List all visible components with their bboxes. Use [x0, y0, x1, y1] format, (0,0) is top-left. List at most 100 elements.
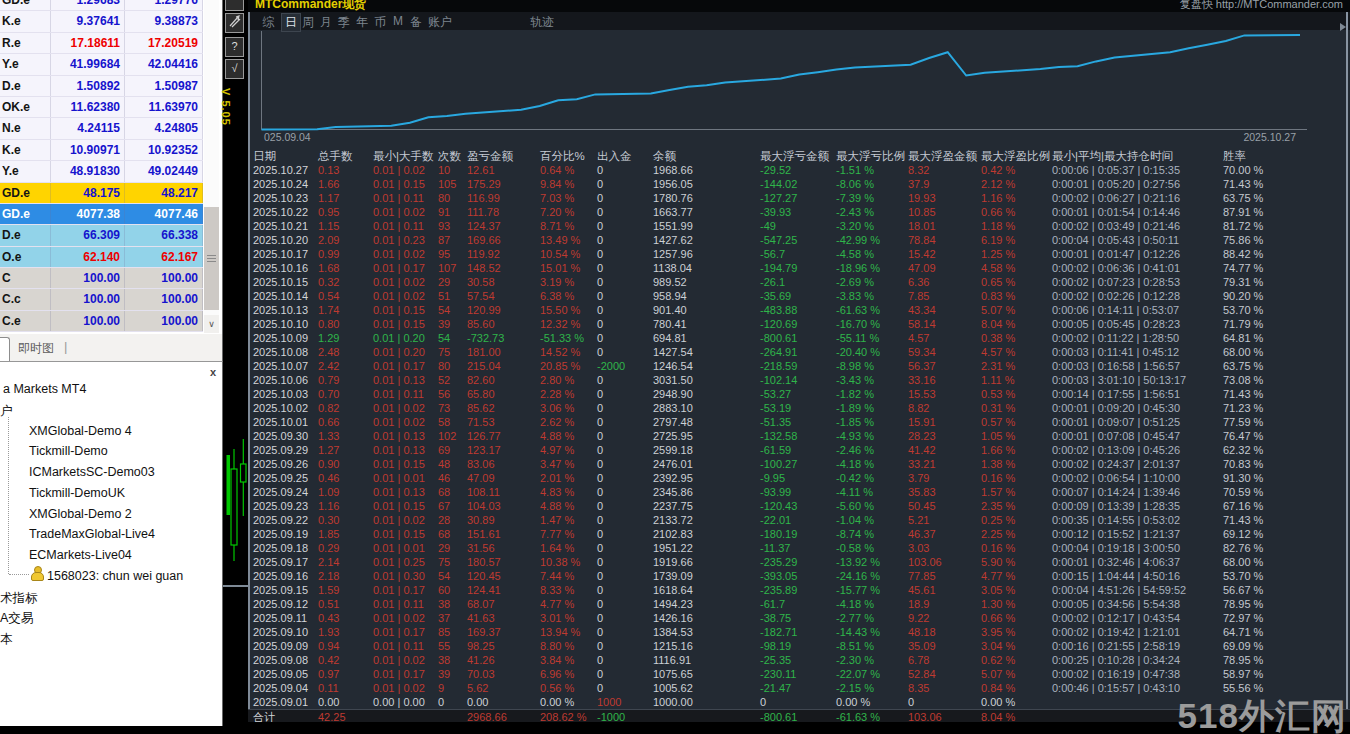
menu-item-账户[interactable]: 账户 — [428, 14, 452, 31]
menu-item-轨迹[interactable]: 轨迹 — [530, 14, 554, 31]
table-row: 2025.10.270.130.01 | 0.021012.610.64 %01… — [248, 163, 1350, 177]
navigator-item[interactable]: XMGlobal-Demo 4 — [29, 424, 132, 438]
cell: 37.9 — [908, 177, 981, 191]
market-watch-row[interactable]: D.e66.30966.338 — [0, 225, 203, 246]
market-watch-row[interactable]: D.e1.508921.50987 — [0, 76, 203, 97]
cell: 0 — [597, 401, 653, 415]
menu-item-备[interactable]: 备 — [410, 14, 422, 31]
cell: 0 — [597, 219, 653, 233]
cell: 2345.86 — [653, 485, 760, 499]
cell: -230.11 — [760, 667, 836, 681]
check-button[interactable]: √ — [225, 59, 244, 79]
market-watch-row[interactable]: Y.e48.9183049.02449 — [0, 161, 203, 182]
menu-item-月[interactable]: 月 — [320, 14, 332, 31]
market-watch-row[interactable]: GD.e1.296831.29776 — [0, 0, 203, 11]
cell: 0 — [597, 177, 653, 191]
navigator-item[interactable]: ECMarkets-Live04 — [29, 548, 132, 562]
cell: -144.02 — [760, 177, 836, 191]
help-button[interactable]: ? — [225, 37, 244, 57]
cell: 53.70 % — [1223, 569, 1350, 583]
market-watch-row[interactable]: Y.e41.9968442.04416 — [0, 54, 203, 75]
tab-active-edge[interactable] — [0, 337, 10, 363]
navigator-item[interactable]: 1568023: chun wei guan — [47, 569, 183, 583]
tab-tick-chart[interactable]: 即时图 — [18, 340, 54, 357]
cell: 82.60 — [467, 373, 540, 387]
cell: 0 — [597, 513, 653, 527]
menu-item-季[interactable]: 季 — [338, 14, 350, 31]
market-watch-row[interactable]: N.e4.241154.24805 — [0, 118, 203, 139]
menu-item-综[interactable]: 综 — [262, 14, 274, 31]
cell: 0 — [597, 345, 653, 359]
cell: 48 — [438, 457, 467, 471]
navigator-item[interactable]: 本 — [0, 631, 13, 648]
cell: -120.43 — [760, 499, 836, 513]
table-row: 2025.09.090.940.01 | 0.115598.258.80 %01… — [248, 639, 1350, 653]
cell: 1618.64 — [653, 583, 760, 597]
cell: 78.84 — [908, 233, 981, 247]
move-tool-button[interactable] — [225, 13, 244, 33]
cell: 0:00:02 | 0:19:42 | 1:21:01 — [1052, 625, 1223, 639]
navigator-item[interactable]: Tickmill-DemoUK — [29, 486, 125, 500]
cell: 120.45 — [467, 569, 540, 583]
cell: -25.35 — [760, 653, 836, 667]
cell: 47.09 — [467, 471, 540, 485]
navigator-item[interactable]: 户 — [0, 403, 13, 420]
cell: 0.46 — [318, 471, 373, 485]
cell: -8.98 % — [836, 359, 908, 373]
cell: 63.75 % — [1223, 191, 1350, 205]
cell: 73.08 % — [1223, 373, 1350, 387]
cell: 2025.09.12 — [253, 597, 318, 611]
cell: 0:00:02 | 0:06:27 | 0:21:16 — [1052, 191, 1223, 205]
cell: 1005.62 — [653, 681, 760, 695]
market-watch-row[interactable]: C.e100.00100.00 — [0, 311, 203, 332]
menu-item-M[interactable]: M — [393, 14, 403, 28]
scrollbar-thumb[interactable] — [204, 207, 219, 310]
market-watch-row[interactable]: C100.00100.00 — [0, 268, 203, 289]
cell: 0.01 | 0.15 — [373, 527, 438, 541]
market-watch-row[interactable]: C.c100.00100.00 — [0, 289, 203, 310]
market-watch-row[interactable]: O.e62.14062.167 — [0, 247, 203, 268]
cell: 151.61 — [467, 527, 540, 541]
market-watch-scrollbar[interactable]: ∨ — [204, 0, 219, 333]
market-watch-row[interactable]: K.e10.9097110.92352 — [0, 140, 203, 161]
cell: 2025.10.02 — [253, 401, 318, 415]
cell: -180.19 — [760, 527, 836, 541]
cell: 0.56 % — [540, 681, 597, 695]
cell: 116.99 — [467, 191, 540, 205]
scrollbar-down-arrow-icon[interactable]: ∨ — [204, 315, 219, 333]
cell: 0:00:05 | 0:05:45 | 0:28:23 — [1052, 317, 1223, 331]
market-watch-row[interactable]: OK.e11.6238011.63970 — [0, 97, 203, 118]
navigator-item[interactable]: A交易 — [0, 610, 33, 627]
cell: 0.01 | 0.30 — [373, 569, 438, 583]
cell: 91.30 % — [1223, 471, 1350, 485]
menu-item-周[interactable]: 周 — [302, 14, 314, 31]
market-watch-row[interactable]: K.e9.376419.38873 — [0, 11, 203, 32]
ask-cell: 1.50987 — [125, 76, 203, 96]
navigator-item[interactable]: TradeMaxGlobal-Live4 — [29, 527, 155, 541]
navigator-item[interactable]: ICMarketsSC-Demo03 — [29, 465, 155, 479]
cell: 0 — [597, 429, 653, 443]
navigator-item[interactable]: Tickmill-Demo — [29, 444, 108, 458]
cell: -61.59 — [760, 443, 836, 457]
cell: 0.00 % — [981, 695, 1052, 709]
menu-item-年[interactable]: 年 — [356, 14, 368, 31]
cell: -13.92 % — [836, 555, 908, 569]
table-row: 2025.10.140.540.01 | 0.025157.546.38 %09… — [248, 289, 1350, 303]
toolbar-button-partial[interactable] — [225, 0, 244, 11]
menu-item-币[interactable]: 币 — [374, 14, 386, 31]
cell: 2025.10.22 — [253, 205, 318, 219]
cell: 0 — [760, 695, 836, 709]
navigator-item[interactable]: XMGlobal-Demo 2 — [29, 507, 132, 521]
market-watch-row[interactable]: GD.e48.17548.217 — [0, 183, 203, 204]
cell: 3.19 % — [540, 275, 597, 289]
cell: 8.04 % — [981, 710, 1052, 722]
cell: 0.01 | 0.01 — [373, 471, 438, 485]
cell: -20.40 % — [836, 345, 908, 359]
bid-cell: 9.37641 — [51, 11, 125, 31]
market-watch-row[interactable]: R.e17.1861117.20519 — [0, 33, 203, 54]
navigator-item[interactable]: a Markets MT4 — [3, 382, 86, 396]
close-icon[interactable]: x — [210, 366, 216, 378]
cell: 0:00:01 | 0:32:46 | 4:06:37 — [1052, 555, 1223, 569]
market-watch-row[interactable]: GD.e4077.384077.46 — [0, 204, 203, 225]
navigator-item[interactable]: 术指标 — [0, 590, 38, 607]
